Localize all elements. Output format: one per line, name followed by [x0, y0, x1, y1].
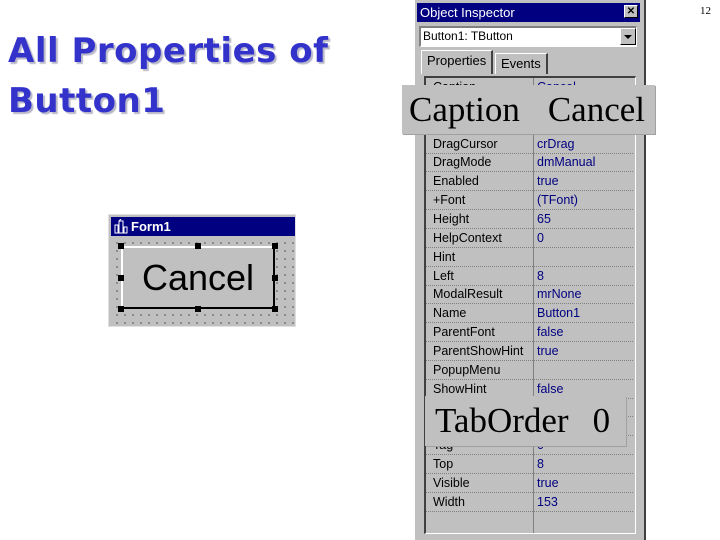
form-titlebar[interactable]: Form1: [111, 217, 295, 236]
property-row[interactable]: Visible true: [426, 474, 633, 493]
resize-handle-n[interactable]: [195, 243, 201, 249]
resize-handle-sw[interactable]: [118, 306, 124, 312]
property-value[interactable]: 65: [537, 210, 551, 228]
property-value[interactable]: true: [537, 474, 559, 492]
property-value[interactable]: crDrag: [537, 135, 575, 153]
close-icon[interactable]: ✕: [624, 5, 638, 18]
page-number: 12: [700, 5, 711, 17]
tab-properties[interactable]: Properties: [421, 50, 494, 74]
cancel-button[interactable]: Cancel: [121, 246, 275, 309]
property-name: DragMode: [433, 155, 492, 170]
property-row[interactable]: Height 65: [426, 210, 633, 229]
property-name: Visible: [433, 475, 470, 490]
property-row[interactable]: ModalResult mrNone: [426, 285, 633, 305]
property-row[interactable]: HelpContext 0: [426, 229, 633, 248]
inspector-titlebar[interactable]: Object Inspector ✕: [417, 3, 640, 22]
property-name: PopupMenu: [433, 362, 501, 377]
property-name: DragCursor: [433, 136, 498, 151]
property-row[interactable]: ParentShowHint true: [426, 342, 633, 361]
property-name: Height: [433, 211, 470, 226]
object-inspector: Object Inspector ✕ Button1: TButton Prop…: [414, 0, 646, 540]
taborder-callout: TabOrder 0: [425, 396, 626, 446]
slide-title: All Properties of Button1: [8, 31, 329, 121]
property-row[interactable]: PopupMenu: [426, 361, 633, 380]
property-name: Width: [433, 494, 465, 509]
property-row[interactable]: Left 8: [426, 267, 633, 286]
object-selector-value: Button1: TButton: [423, 29, 513, 43]
form-window: Form1 Cancel: [108, 214, 296, 327]
property-name: +Font: [433, 193, 466, 208]
property-name: HelpContext: [433, 230, 502, 245]
property-value[interactable]: dmManual: [537, 153, 595, 171]
property-name: ParentFont: [433, 325, 495, 340]
taborder-callout-name: TabOrder: [435, 401, 569, 440]
resize-handle-w[interactable]: [118, 275, 124, 281]
property-value[interactable]: 8: [537, 455, 544, 473]
form-app-icon: [114, 218, 129, 234]
property-row[interactable]: Hint: [426, 248, 633, 267]
property-name: Hint: [433, 249, 456, 264]
caption-callout-value: Cancel: [547, 90, 646, 129]
property-row[interactable]: DragCursor crDrag: [426, 135, 633, 154]
property-row[interactable]: Name Button1: [426, 304, 633, 324]
property-value[interactable]: 0: [537, 229, 544, 247]
property-value[interactable]: true: [537, 342, 559, 360]
caption-callout-name: Caption: [409, 90, 520, 129]
property-value[interactable]: 153: [537, 493, 558, 511]
resize-handle-se[interactable]: [272, 306, 278, 312]
property-value[interactable]: mrNone: [537, 285, 581, 303]
resize-handle-e[interactable]: [272, 275, 278, 281]
property-value[interactable]: 8: [537, 267, 544, 285]
property-name: Enabled: [433, 174, 479, 189]
property-name: Top: [433, 457, 454, 471]
tab-events[interactable]: Events: [495, 53, 548, 74]
form-client-area[interactable]: Cancel: [111, 236, 295, 326]
property-name: ModalResult: [433, 287, 503, 302]
property-name: Name: [433, 306, 467, 321]
property-row[interactable]: ParentFont false: [426, 323, 633, 343]
property-grid: CaptionCancelCursorcrDefaultDefaultfalse…: [424, 76, 636, 534]
property-name: Left: [433, 268, 454, 283]
property-row[interactable]: Enabled true: [426, 172, 633, 192]
property-name: ParentShowHint: [433, 343, 524, 358]
property-row[interactable]: Top 8: [426, 455, 633, 474]
form-title: Form1: [131, 219, 171, 234]
property-row[interactable]: DragMode dmManual: [426, 153, 633, 173]
property-row[interactable]: +Font (TFont): [426, 191, 633, 211]
object-selector[interactable]: Button1: TButton: [419, 26, 637, 47]
property-row[interactable]: Width 153: [426, 493, 633, 512]
chevron-down-icon[interactable]: [620, 28, 636, 45]
resize-handle-s[interactable]: [195, 306, 201, 312]
property-name: ShowHint: [433, 381, 487, 396]
taborder-callout-value: 0: [592, 401, 611, 440]
property-value[interactable]: Button1: [537, 304, 580, 322]
property-value[interactable]: false: [537, 380, 563, 398]
caption-callout: Caption Cancel: [402, 85, 655, 134]
resize-handle-ne[interactable]: [272, 243, 278, 249]
resize-handle-nw[interactable]: [118, 243, 124, 249]
property-value[interactable]: false: [537, 323, 563, 341]
property-value[interactable]: true: [537, 172, 559, 190]
property-value[interactable]: (TFont): [537, 191, 578, 209]
inspector-title: Object Inspector: [420, 5, 515, 20]
